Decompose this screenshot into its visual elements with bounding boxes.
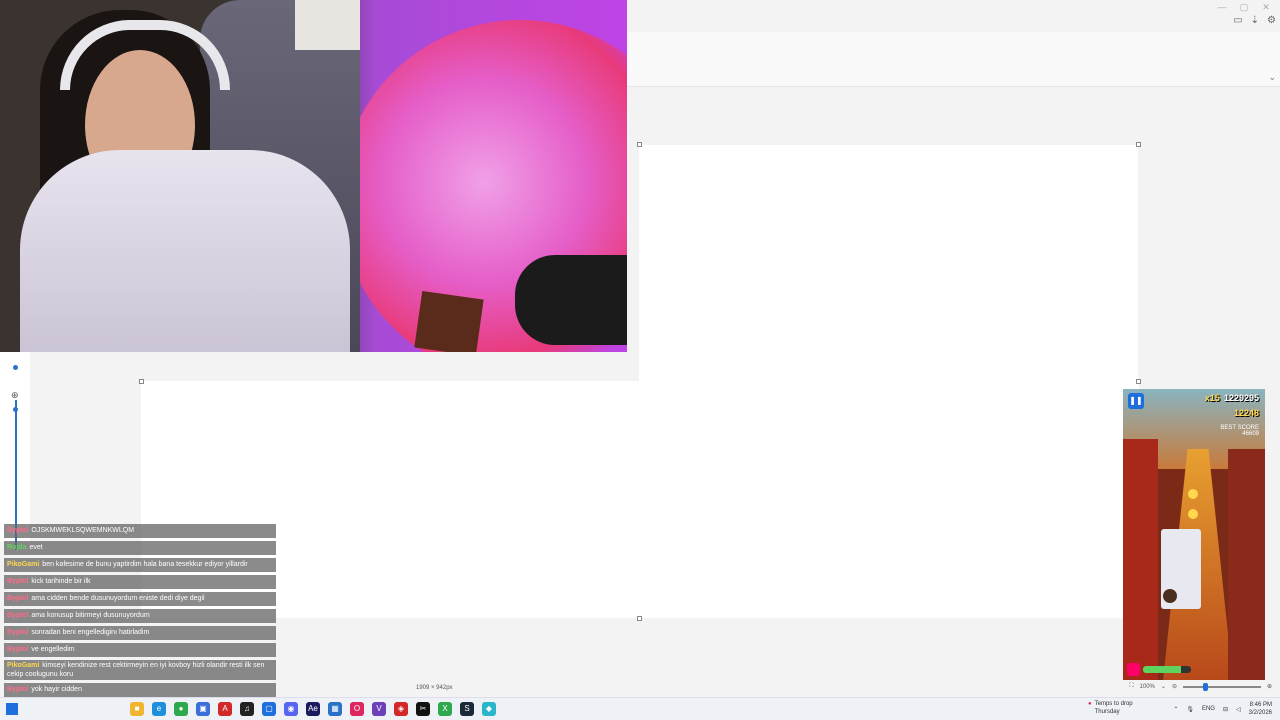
clock[interactable]: 8:46 PM 3/2/2026 bbox=[1249, 701, 1272, 717]
chat-message: Rojda evet bbox=[4, 541, 276, 555]
ribbon-toolbar bbox=[627, 32, 1280, 87]
powerup-bar bbox=[1143, 666, 1191, 673]
notify-icon[interactable]: ▭ bbox=[1233, 15, 1242, 26]
zoom-out-icon[interactable]: ⊖ bbox=[1172, 683, 1177, 690]
language-indicator[interactable]: ENG bbox=[1202, 706, 1215, 712]
resize-handle-tl[interactable] bbox=[637, 142, 642, 147]
gear-icon[interactable]: ⚙ bbox=[1267, 15, 1276, 26]
steam-icon[interactable]: S bbox=[460, 702, 474, 716]
tray-chevron-icon[interactable]: ⌃ bbox=[1173, 706, 1178, 713]
chat-message: PikoGami ben kafesime de bunu yaptirdim h… bbox=[4, 558, 276, 572]
start-icon[interactable] bbox=[6, 703, 18, 715]
pin-icon[interactable]: ⇣ bbox=[1251, 15, 1259, 26]
chat-message: Byplol yok hayir cidden bbox=[4, 683, 276, 697]
opera-icon[interactable]: O bbox=[350, 702, 364, 716]
chat-text: ama cidden bende dusunuyordum eniste ded… bbox=[31, 595, 205, 602]
weather-icon: ● bbox=[1088, 701, 1092, 707]
chat-text: yok hayir cidden bbox=[31, 686, 82, 693]
network-icon[interactable]: ⊟ bbox=[1223, 706, 1228, 713]
chat-message: PikoGami kimseyi kendinize rest cektirmey… bbox=[4, 660, 276, 680]
explorer-icon[interactable]: ■ bbox=[130, 702, 144, 716]
chat-username: Byplol bbox=[7, 629, 29, 636]
chat-overlay: Byplol OJSKMWEKLSQWEMNKWLQM Rojda evet PikoG… bbox=[4, 524, 276, 720]
resize-handle-l[interactable] bbox=[139, 379, 144, 384]
zoom-value[interactable]: 100% bbox=[1140, 684, 1155, 690]
chat-username: Byplol bbox=[7, 612, 29, 619]
chat-text: ve engelledim bbox=[31, 646, 75, 653]
store-icon[interactable]: ▣ bbox=[196, 702, 210, 716]
chrome-icon[interactable]: ● bbox=[174, 702, 188, 716]
zoom-dropdown-icon[interactable]: ⌄ bbox=[1161, 683, 1166, 690]
chat-text: sonradan beni engellediginı hatirladim bbox=[31, 629, 150, 636]
chat-username: Byplol bbox=[7, 578, 29, 585]
chat-message: Byplol kick tarihinde bir ilk bbox=[4, 575, 276, 589]
taskbar: ■ e ● ▣ A ♫ ▢ ◉ Ae ▦ O V ◈ ✂ X S ◆ ● Temps to drop Thursd… bbox=[0, 697, 1280, 720]
chevron-down-icon[interactable]: ⌄ bbox=[1268, 72, 1276, 83]
chat-text: evet bbox=[29, 544, 43, 551]
zoom-slider[interactable] bbox=[1182, 682, 1261, 691]
zoom-in-icon[interactable]: ⊕ bbox=[1267, 683, 1272, 690]
powerup-icon bbox=[1127, 663, 1140, 676]
chat-username: Byplol bbox=[7, 646, 29, 653]
vs-icon[interactable]: V bbox=[372, 702, 386, 716]
app-icon[interactable]: ▢ bbox=[262, 702, 276, 716]
title-bar: — ▢ ✕ ▭ ⇣ ⚙ bbox=[627, 0, 1280, 32]
discord-icon[interactable]: ◉ bbox=[284, 702, 298, 716]
minimize-icon[interactable]: — bbox=[1212, 2, 1232, 12]
chat-message: Byplol OJSKMWEKLSQWEMNKWLQM bbox=[4, 524, 276, 538]
chat-message: Byplol ama cidden bende dusunuyordum enis… bbox=[4, 592, 276, 606]
volume-icon[interactable]: ◁ bbox=[1236, 706, 1241, 713]
game-coins: 12248 bbox=[1233, 408, 1259, 418]
chat-username: Rojda bbox=[7, 544, 27, 551]
chat-message: Byplol ama konusup bitirmeyi dusunuyordum bbox=[4, 609, 276, 623]
resize-handle-r[interactable] bbox=[1136, 379, 1141, 384]
canvas-page-lower[interactable] bbox=[141, 381, 1139, 618]
chat-username: PikoGami bbox=[7, 561, 40, 568]
chat-username: PikoGami bbox=[7, 662, 40, 669]
game-overlay: ❚❚ x15 1229295 12248 BEST SCORE 46609 bbox=[1123, 389, 1265, 681]
ruler-dot-top[interactable] bbox=[13, 365, 18, 370]
chat-text: kick tarihinde bir ilk bbox=[31, 578, 91, 585]
canvas-page[interactable] bbox=[639, 145, 1138, 382]
close-icon[interactable]: ✕ bbox=[1256, 2, 1276, 13]
webcam-overlay bbox=[0, 0, 627, 352]
photo-icon[interactable]: ◈ bbox=[394, 702, 408, 716]
game-score: x15 1229295 bbox=[1204, 393, 1259, 403]
capcut-icon[interactable]: ✂ bbox=[416, 702, 430, 716]
canvas-dimensions: 1909 × 942px bbox=[416, 685, 453, 691]
chat-text: ama konusup bitirmeyi dusunuyordum bbox=[31, 612, 150, 619]
chat-username: Byplol bbox=[7, 527, 29, 534]
music-icon[interactable]: ♫ bbox=[240, 702, 254, 716]
mic-icon[interactable]: 🎙 bbox=[1186, 706, 1194, 713]
chat-username: Byplol bbox=[7, 595, 29, 602]
chat-username: Byplol bbox=[7, 686, 29, 693]
chat-message: Byplol ve engelledim bbox=[4, 643, 276, 657]
best-score: BEST SCORE 46609 bbox=[1220, 425, 1259, 437]
pause-button[interactable]: ❚❚ bbox=[1128, 393, 1144, 409]
network-app-icon[interactable]: ◆ bbox=[482, 702, 496, 716]
chat-text: ben kafesime de bunu yaptirdim hala bana… bbox=[42, 561, 248, 568]
chat-message: Byplol sonradan beni engellediginı hatirl… bbox=[4, 626, 276, 640]
edge-icon[interactable]: e bbox=[152, 702, 166, 716]
chat-text: OJSKMWEKLSQWEMNKWLQM bbox=[31, 527, 135, 534]
status-bar: 1909 × 942px ⛶ 100% ⌄ ⊖ ⊕ bbox=[278, 680, 1280, 696]
weather-widget[interactable]: ● Temps to drop Thursday bbox=[1088, 700, 1133, 716]
aftereffects-icon[interactable]: Ae bbox=[306, 702, 320, 716]
system-tray: ⌃ 🎙 ENG ⊟ ◁ 8:46 PM 3/2/2026 bbox=[1173, 701, 1272, 717]
xbox-icon[interactable]: X bbox=[438, 702, 452, 716]
paint-icon[interactable]: ▦ bbox=[328, 702, 342, 716]
restore-icon[interactable]: ▢ bbox=[1234, 2, 1254, 13]
resize-handle-b[interactable] bbox=[637, 616, 642, 621]
resize-handle-tr[interactable] bbox=[1136, 142, 1141, 147]
chat-text: kimseyi kendinize rest cektirmeyin en iy… bbox=[7, 662, 265, 678]
fit-screen-icon[interactable]: ⛶ bbox=[1129, 683, 1133, 690]
acrobat-icon[interactable]: A bbox=[218, 702, 232, 716]
